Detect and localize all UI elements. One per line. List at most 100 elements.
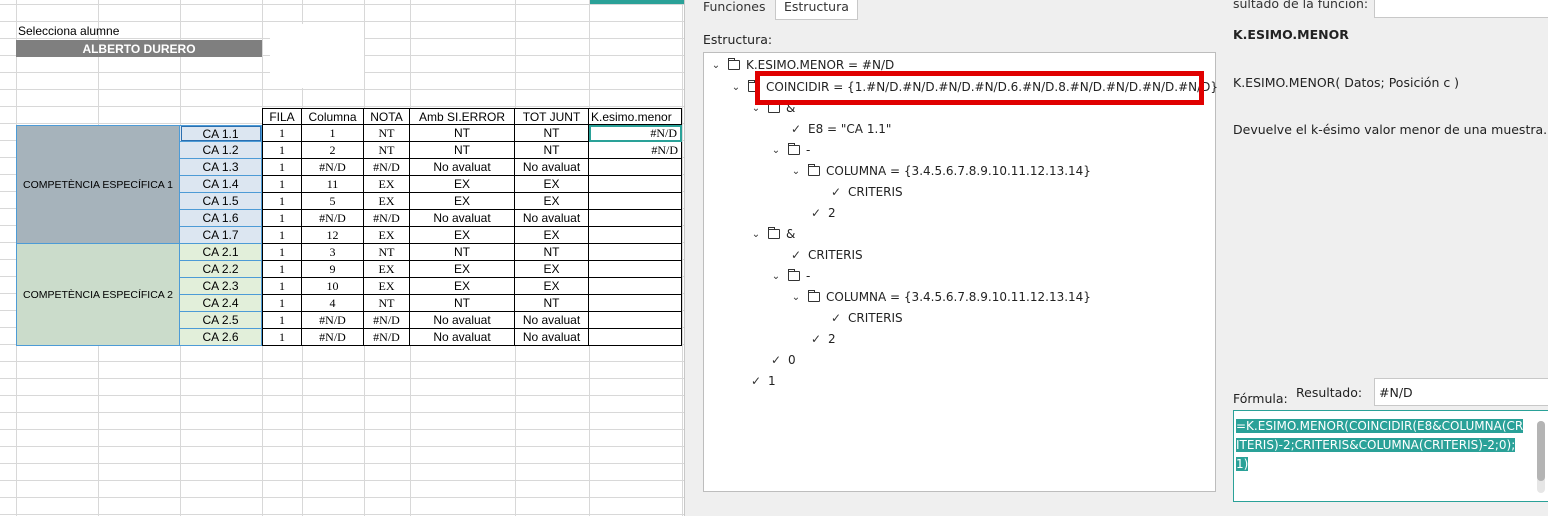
header-amb-si-error[interactable]: Amb SI.ERROR: [410, 108, 515, 125]
tot-junt-cell[interactable]: No avaluat: [515, 159, 589, 176]
k-esimo-cell[interactable]: [589, 227, 682, 244]
columna-cell[interactable]: 11: [302, 176, 364, 193]
columna-cell[interactable]: 2: [302, 142, 364, 159]
columna-cell[interactable]: 3: [302, 244, 364, 261]
nota-cell[interactable]: NT: [364, 142, 410, 159]
amb-si-error-cell[interactable]: EX: [410, 176, 515, 193]
fila-cell[interactable]: 1: [262, 193, 302, 210]
scrollbar-thumb[interactable]: [1537, 421, 1545, 481]
tree-node[interactable]: ⌄ COLUMNA = {3.4.5.6.7.8.9.10.11.12.13.14…: [790, 161, 1091, 181]
chevron-down-icon[interactable]: ⌄: [770, 271, 782, 282]
amb-si-error-cell[interactable]: No avaluat: [410, 210, 515, 227]
fila-cell[interactable]: 1: [262, 312, 302, 329]
ca-cell[interactable]: CA 2.2: [180, 261, 262, 278]
amb-si-error-cell[interactable]: NT: [410, 244, 515, 261]
amb-si-error-cell[interactable]: EX: [410, 193, 515, 210]
ca-cell[interactable]: CA 2.1: [180, 244, 262, 261]
nota-cell[interactable]: NT: [364, 295, 410, 312]
fila-cell[interactable]: 1: [262, 329, 302, 346]
tree-node[interactable]: ✓ E8 = "CA 1.1": [790, 119, 891, 139]
tree-node[interactable]: ✓ 2: [810, 329, 836, 349]
nota-cell[interactable]: EX: [364, 278, 410, 295]
formula-editor[interactable]: =K.ESIMO.MENOR(COINCIDIR(E8&COLUMNA(CRIT…: [1233, 410, 1548, 502]
fila-cell[interactable]: 1: [262, 278, 302, 295]
nota-cell[interactable]: EX: [364, 227, 410, 244]
ca-cell[interactable]: CA 2.3: [180, 278, 262, 295]
k-esimo-cell[interactable]: [589, 295, 682, 312]
amb-si-error-cell[interactable]: NT: [410, 125, 515, 142]
header-k-esimo-menor[interactable]: K.esimo.menor: [589, 108, 682, 125]
columna-cell[interactable]: #N/D: [302, 159, 364, 176]
tree-node[interactable]: ✓ CRITERIS: [790, 245, 863, 265]
tab-estructura[interactable]: Estructura: [775, 0, 858, 20]
columna-cell[interactable]: 5: [302, 193, 364, 210]
tot-junt-cell[interactable]: No avaluat: [515, 329, 589, 346]
nota-cell[interactable]: EX: [364, 193, 410, 210]
header-fila[interactable]: FILA: [262, 108, 302, 125]
k-esimo-cell[interactable]: #N/D: [589, 142, 682, 159]
spreadsheet-area[interactable]: Selecciona alumne ALBERTO DURERO FILA Col…: [0, 0, 684, 516]
k-esimo-cell[interactable]: [589, 159, 682, 176]
fila-cell[interactable]: 1: [262, 176, 302, 193]
columna-cell[interactable]: 4: [302, 295, 364, 312]
k-esimo-cell[interactable]: [589, 329, 682, 346]
header-tot-junt[interactable]: TOT JUNT: [515, 108, 589, 125]
tot-junt-cell[interactable]: NT: [515, 142, 589, 159]
chevron-down-icon[interactable]: ⌄: [790, 292, 802, 303]
nota-cell[interactable]: #N/D: [364, 159, 410, 176]
nota-cell[interactable]: EX: [364, 261, 410, 278]
fila-cell[interactable]: 1: [262, 261, 302, 278]
tree-node[interactable]: ✓ 2: [810, 203, 836, 223]
k-esimo-cell[interactable]: [589, 244, 682, 261]
tree-node[interactable]: ✓ 0: [770, 350, 796, 370]
amb-si-error-cell[interactable]: NT: [410, 142, 515, 159]
amb-si-error-cell[interactable]: No avaluat: [410, 312, 515, 329]
amb-si-error-cell[interactable]: NT: [410, 295, 515, 312]
columna-cell[interactable]: 1: [302, 125, 364, 142]
tot-junt-cell[interactable]: EX: [515, 227, 589, 244]
nota-cell[interactable]: #N/D: [364, 329, 410, 346]
ca-cell[interactable]: CA 1.5: [180, 193, 262, 210]
ca-cell[interactable]: CA 1.6: [180, 210, 262, 227]
tot-junt-cell[interactable]: EX: [515, 193, 589, 210]
chevron-down-icon[interactable]: ⌄: [770, 145, 782, 156]
tot-junt-cell[interactable]: EX: [515, 176, 589, 193]
columna-cell[interactable]: 12: [302, 227, 364, 244]
amb-si-error-cell[interactable]: EX: [410, 278, 515, 295]
tree-node[interactable]: ✓ CRITERIS: [830, 182, 903, 202]
header-columna[interactable]: Columna: [302, 108, 364, 125]
amb-si-error-cell[interactable]: EX: [410, 227, 515, 244]
formula-scrollbar[interactable]: [1537, 421, 1545, 493]
fila-cell[interactable]: 1: [262, 227, 302, 244]
fila-cell[interactable]: 1: [262, 295, 302, 312]
columna-cell[interactable]: #N/D: [302, 329, 364, 346]
nota-cell[interactable]: #N/D: [364, 210, 410, 227]
nota-cell[interactable]: NT: [364, 125, 410, 142]
k-esimo-cell[interactable]: [589, 261, 682, 278]
structure-tree[interactable]: ⌄ K.ESIMO.MENOR = #N/D ⌄ COINCIDIR = {1.#N/…: [703, 52, 1218, 492]
fila-cell[interactable]: 1: [262, 159, 302, 176]
tree-node[interactable]: ⌄ -: [770, 140, 810, 160]
ca-cell[interactable]: CA 1.1: [180, 125, 262, 142]
ca-cell[interactable]: CA 2.6: [180, 329, 262, 346]
fila-cell[interactable]: 1: [262, 210, 302, 227]
tot-junt-cell[interactable]: No avaluat: [515, 312, 589, 329]
fila-cell[interactable]: 1: [262, 142, 302, 159]
tot-junt-cell[interactable]: NT: [515, 125, 589, 142]
chevron-down-icon[interactable]: ⌄: [750, 229, 762, 240]
tab-funciones[interactable]: Funciones: [695, 0, 773, 20]
k-esimo-cell[interactable]: [589, 193, 682, 210]
amb-si-error-cell[interactable]: No avaluat: [410, 329, 515, 346]
tot-junt-cell[interactable]: NT: [515, 295, 589, 312]
tree-node[interactable]: ⌄ COLUMNA = {3.4.5.6.7.8.9.10.11.12.13.14…: [790, 287, 1091, 307]
chevron-down-icon[interactable]: ⌄: [790, 166, 802, 177]
columna-cell[interactable]: #N/D: [302, 312, 364, 329]
student-name-cell[interactable]: ALBERTO DURERO: [16, 40, 262, 57]
tot-junt-cell[interactable]: EX: [515, 261, 589, 278]
amb-si-error-cell[interactable]: EX: [410, 261, 515, 278]
resultado-field[interactable]: #N/D: [1374, 378, 1548, 406]
k-esimo-cell[interactable]: [589, 176, 682, 193]
columna-cell[interactable]: 10: [302, 278, 364, 295]
tot-junt-cell[interactable]: No avaluat: [515, 210, 589, 227]
k-esimo-cell[interactable]: [589, 278, 682, 295]
